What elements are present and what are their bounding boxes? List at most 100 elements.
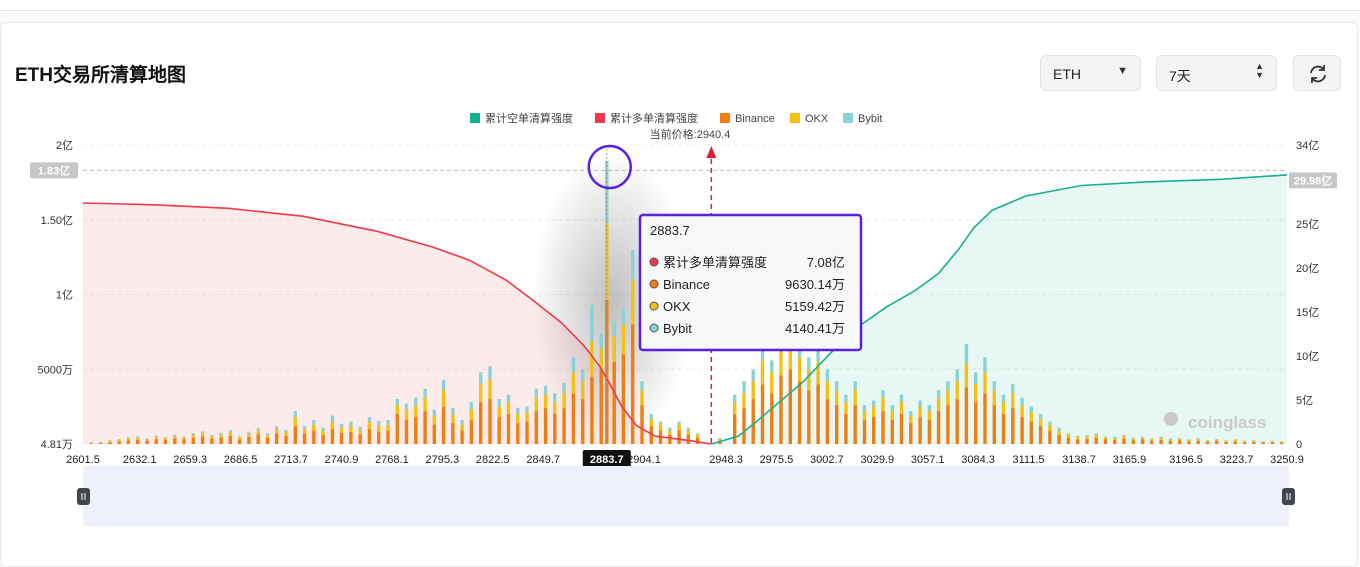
x-tick-label: 2601.5: [66, 454, 100, 466]
bar-bybit-24: [312, 420, 316, 425]
bar-bybit-88: [918, 400, 922, 407]
x-tick-label: 3057.1: [911, 454, 945, 466]
bar-binance-30: [367, 429, 372, 444]
bar-okx-37: [432, 415, 436, 425]
bar-bybit-106: [1085, 435, 1089, 437]
bar-okx-13: [210, 436, 214, 439]
bar-binance-34: [404, 420, 409, 444]
bar-bybit-108: [1103, 436, 1108, 438]
bar-bybit-47: [525, 406, 529, 413]
zoom-handle-right[interactable]: [1282, 488, 1295, 505]
bar-binance-63: [668, 435, 672, 444]
bar-bybit-53: [581, 369, 585, 382]
tooltip-label-0: 累计多单清算强度: [663, 255, 767, 270]
liquidation-map-chart[interactable]: 4.81万 5000万 1亿 1.50亿 2亿 1.83亿 0 5亿 10亿 15亿 20亿 25亿…: [0, 0, 1360, 567]
bar-okx-58: [621, 324, 626, 355]
bar-binance-90: [936, 411, 941, 444]
bar-bybit-17: [247, 431, 251, 434]
bar-okx-104: [1066, 435, 1071, 438]
bar-binance-84: [881, 411, 885, 444]
bar-bybit-82: [862, 405, 867, 412]
bar-okx-3: [117, 439, 121, 442]
bar-okx-16: [238, 437, 242, 440]
bar-bybit-27: [339, 423, 344, 428]
bar-binance-94: [974, 402, 978, 444]
bar-okx-0: [89, 442, 93, 444]
bar-okx-81: [853, 390, 857, 406]
bar-binance-96: [992, 405, 996, 444]
bar-bybit-12: [200, 431, 205, 434]
bar-okx-119: [1205, 440, 1210, 442]
bar-okx-19: [265, 435, 270, 438]
bar-bybit-29: [358, 426, 362, 430]
bar-bybit-84: [881, 390, 885, 398]
bar-bybit-61: [649, 414, 653, 419]
bar-binance-49: [543, 408, 548, 444]
bar-bybit-9: [173, 434, 177, 436]
bar-bybit-102: [1048, 421, 1052, 425]
zoom-handle-left[interactable]: [77, 488, 90, 505]
bar-okx-18: [256, 430, 260, 435]
y-axis-left: 4.81万 5000万 1亿 1.50亿 2亿 1.83亿: [30, 139, 78, 451]
legend-swatch-2: [720, 113, 730, 123]
bar-binance-102: [1048, 430, 1052, 444]
bar-bybit-58: [621, 309, 626, 325]
legend-swatch-1: [595, 113, 605, 123]
bar-bybit-41: [469, 402, 474, 410]
bar-okx-32: [386, 424, 390, 431]
bar-binance-107: [1094, 438, 1098, 444]
bar-okx-102: [1048, 424, 1052, 431]
bar-okx-1: [98, 442, 103, 443]
zoom-slider[interactable]: [77, 466, 1295, 526]
bar-binance-6: [145, 441, 149, 444]
bar-bybit-4: [126, 437, 131, 439]
bar-okx-115: [1168, 439, 1173, 441]
bar-bybit-79: [835, 381, 839, 391]
bar-binance-70: [751, 399, 755, 444]
bar-okx-20: [275, 429, 279, 434]
bar-binance-112: [1140, 439, 1145, 444]
bar-okx-63: [668, 430, 672, 435]
bar-binance-120: [1215, 441, 1219, 444]
x-tick-label: 3029.9: [860, 454, 894, 466]
bar-okx-93: [964, 363, 969, 388]
bar-okx-46: [516, 414, 520, 424]
bar-bybit-125: [1261, 441, 1265, 442]
bar-okx-7: [154, 437, 158, 440]
bar-okx-114: [1159, 438, 1163, 440]
y-right-tick-label: 34亿: [1296, 139, 1319, 152]
bar-okx-117: [1187, 440, 1191, 442]
x-tick-label: 3250.9: [1270, 454, 1304, 466]
y-left-tick-label: 4.81万: [41, 439, 73, 451]
bar-bybit-81: [853, 381, 857, 391]
x-tick-label: 3111.5: [1012, 454, 1044, 466]
bar-bybit-80: [844, 394, 848, 403]
bar-binance-93: [964, 387, 969, 444]
bar-bybit-107: [1094, 433, 1098, 435]
bar-binance-53: [581, 399, 585, 444]
bar-okx-49: [543, 394, 548, 409]
bar-bybit-3: [117, 438, 121, 440]
y-right-tick-label: 20亿: [1296, 262, 1319, 275]
x-tick-label: 3223.7: [1220, 454, 1254, 466]
bar-bybit-109: [1113, 436, 1117, 438]
bar-okx-126: [1270, 441, 1275, 443]
bar-bybit-62: [658, 421, 663, 425]
bar-bybit-95: [983, 357, 987, 373]
legend-swatch-4: [843, 113, 853, 123]
bar-binance-74: [788, 369, 792, 445]
bar-okx-83: [872, 406, 876, 418]
bar-okx-44: [497, 406, 501, 418]
legend[interactable]: 累计空单清算强度 累计多单清算强度 Binance OKX Bybit: [470, 111, 882, 125]
y-right-tick-label: 25亿: [1296, 218, 1319, 231]
bar-okx-111: [1131, 438, 1135, 441]
bar-bybit-25: [321, 427, 325, 431]
bar-binance-82: [862, 420, 867, 444]
bar-bybit-36: [423, 388, 427, 398]
bar-bybit-34: [404, 403, 409, 410]
bar-binance-110: [1122, 438, 1126, 444]
bar-bybit-33: [395, 399, 399, 406]
bar-bybit-89: [927, 405, 932, 412]
bar-binance-95: [983, 393, 987, 444]
bar-okx-45: [506, 402, 511, 415]
